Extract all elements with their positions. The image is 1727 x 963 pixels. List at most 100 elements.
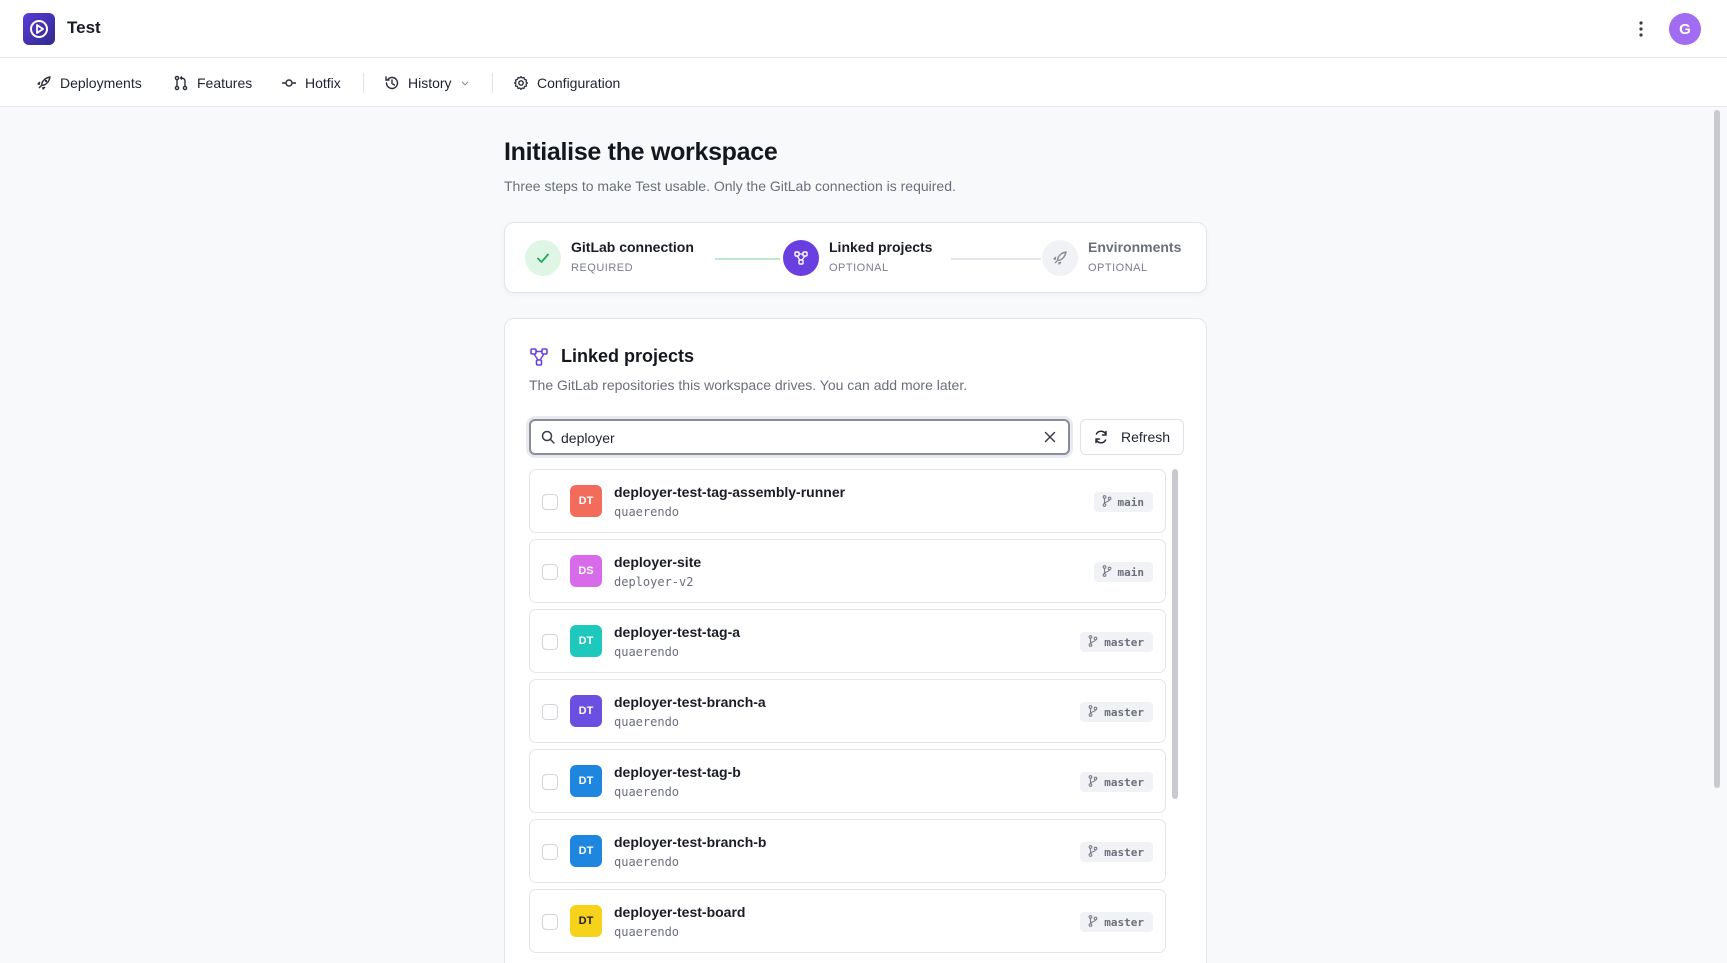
select-checkbox[interactable] bbox=[542, 564, 558, 580]
branch-name: master bbox=[1104, 635, 1144, 649]
card-subtitle: The GitLab repositories this workspace d… bbox=[529, 377, 968, 393]
nav-history-label: History bbox=[408, 75, 452, 91]
nav-deployments-label: Deployments bbox=[60, 75, 142, 91]
nav-configuration-label: Configuration bbox=[537, 75, 621, 91]
project-search bbox=[529, 419, 1070, 455]
project-name: deployer-test-tag-a bbox=[614, 624, 741, 640]
select-checkbox[interactable] bbox=[542, 634, 558, 650]
setup-stepper: GitLab connection REQUIRED Linked projec… bbox=[504, 222, 1207, 293]
branch-icon bbox=[1088, 704, 1098, 720]
branch-name: main bbox=[1117, 565, 1145, 579]
card-title: Linked projects bbox=[561, 346, 695, 366]
project-avatar: DT bbox=[570, 485, 602, 517]
app-title: Test bbox=[67, 18, 101, 37]
select-checkbox[interactable] bbox=[542, 844, 558, 860]
page-scrollbar[interactable] bbox=[1714, 110, 1720, 788]
list-item[interactable]: DS deployer-site deployer-v2 main bbox=[529, 539, 1166, 603]
branch-badge: master bbox=[1080, 912, 1153, 932]
nav-history[interactable]: History bbox=[384, 72, 470, 94]
step-title: Linked projects bbox=[829, 239, 933, 255]
nav-hotfix[interactable]: Hotfix bbox=[281, 72, 341, 94]
check-icon bbox=[537, 253, 549, 263]
refresh-label: Refresh bbox=[1121, 429, 1171, 445]
rocket-icon bbox=[1053, 251, 1067, 265]
step-gitlab-connection[interactable] bbox=[525, 240, 561, 276]
nav-divider bbox=[492, 73, 493, 93]
gear-icon bbox=[513, 75, 529, 91]
main-nav: Deployments Features Hotfix History Conf… bbox=[0, 58, 1727, 107]
project-namespace: quaerendo bbox=[614, 855, 680, 869]
page-title: Initialise the workspace bbox=[504, 138, 778, 166]
nav-hotfix-label: Hotfix bbox=[305, 75, 341, 91]
merge-icon bbox=[174, 75, 188, 91]
history-icon bbox=[385, 76, 399, 90]
list-item[interactable]: DT deployer-test-tag-a quaerendo master bbox=[529, 609, 1166, 673]
project-namespace: quaerendo bbox=[614, 505, 680, 519]
branch-name: master bbox=[1104, 705, 1144, 719]
search-input[interactable] bbox=[561, 427, 1021, 449]
refresh-icon bbox=[1095, 430, 1107, 444]
project-namespace: quaerendo bbox=[614, 785, 680, 799]
branch-name: master bbox=[1104, 845, 1144, 859]
select-checkbox[interactable] bbox=[542, 774, 558, 790]
list-item[interactable]: DT deployer-test-tag-assembly-runner quaer… bbox=[529, 469, 1166, 533]
step-linked-projects[interactable] bbox=[783, 240, 819, 276]
refresh-button[interactable]: Refresh bbox=[1080, 419, 1184, 455]
list-item[interactable]: DT deployer-test-tag-b quaerendo master bbox=[529, 749, 1166, 813]
branch-badge: main bbox=[1093, 492, 1153, 512]
nav-features[interactable]: Features bbox=[173, 72, 252, 94]
linked-projects-card: Linked projects The GitLab repositories … bbox=[504, 318, 1207, 963]
project-namespace: quaerendo bbox=[614, 715, 680, 729]
select-checkbox[interactable] bbox=[542, 914, 558, 930]
project-namespace: deployer-v2 bbox=[614, 575, 694, 589]
project-name: deployer-site bbox=[614, 554, 702, 570]
nav-features-label: Features bbox=[197, 75, 253, 91]
branch-badge: master bbox=[1080, 842, 1153, 862]
branch-icon bbox=[1102, 494, 1112, 510]
select-checkbox[interactable] bbox=[542, 494, 558, 510]
clear-search-icon[interactable] bbox=[1042, 429, 1058, 445]
project-name: deployer-test-branch-a bbox=[614, 694, 766, 710]
branch-name: master bbox=[1104, 915, 1144, 929]
list-item[interactable]: DT deployer-test-branch-b quaerendo master bbox=[529, 819, 1166, 883]
project-namespace: quaerendo bbox=[614, 925, 680, 939]
step-connector bbox=[951, 258, 1041, 260]
branch-icon bbox=[1088, 634, 1098, 650]
project-name: deployer-test-tag-b bbox=[614, 764, 741, 780]
chevron-down-icon bbox=[461, 81, 469, 86]
project-name: deployer-test-tag-assembly-runner bbox=[614, 484, 846, 500]
branch-icon bbox=[1088, 844, 1098, 860]
user-avatar[interactable]: G bbox=[1669, 13, 1701, 45]
project-avatar: DT bbox=[570, 835, 602, 867]
more-menu-icon[interactable] bbox=[1631, 17, 1651, 41]
nav-deployments[interactable]: Deployments bbox=[36, 72, 142, 94]
step-connector bbox=[715, 258, 780, 260]
projects-icon bbox=[794, 251, 808, 265]
project-avatar: DT bbox=[570, 765, 602, 797]
step-subtitle: OPTIONAL bbox=[1088, 262, 1148, 274]
project-name: deployer-test-board bbox=[614, 904, 746, 920]
branch-icon bbox=[1088, 774, 1098, 790]
projects-icon bbox=[530, 348, 548, 366]
step-environments[interactable] bbox=[1042, 240, 1078, 276]
project-list-scrollbar[interactable] bbox=[1172, 469, 1178, 799]
project-avatar: DT bbox=[570, 905, 602, 937]
app-logo-icon[interactable] bbox=[23, 13, 55, 45]
project-avatar: DT bbox=[570, 625, 602, 657]
nav-configuration[interactable]: Configuration bbox=[513, 72, 620, 94]
branch-icon bbox=[1102, 564, 1112, 580]
list-item[interactable]: DT deployer-test-branch-a quaerendo master bbox=[529, 679, 1166, 743]
project-avatar: DT bbox=[570, 695, 602, 727]
select-checkbox[interactable] bbox=[542, 704, 558, 720]
branch-name: main bbox=[1117, 495, 1145, 509]
branch-name: master bbox=[1104, 775, 1144, 789]
branch-badge: master bbox=[1080, 632, 1153, 652]
branch-icon bbox=[1088, 914, 1098, 930]
commit-icon bbox=[282, 79, 296, 87]
branch-badge: master bbox=[1080, 702, 1153, 722]
nav-divider bbox=[363, 73, 364, 93]
step-subtitle: REQUIRED bbox=[571, 262, 634, 274]
top-bar: Test G bbox=[0, 0, 1727, 58]
search-icon bbox=[541, 430, 555, 444]
list-item[interactable]: DT deployer-test-board quaerendo master bbox=[529, 889, 1166, 953]
